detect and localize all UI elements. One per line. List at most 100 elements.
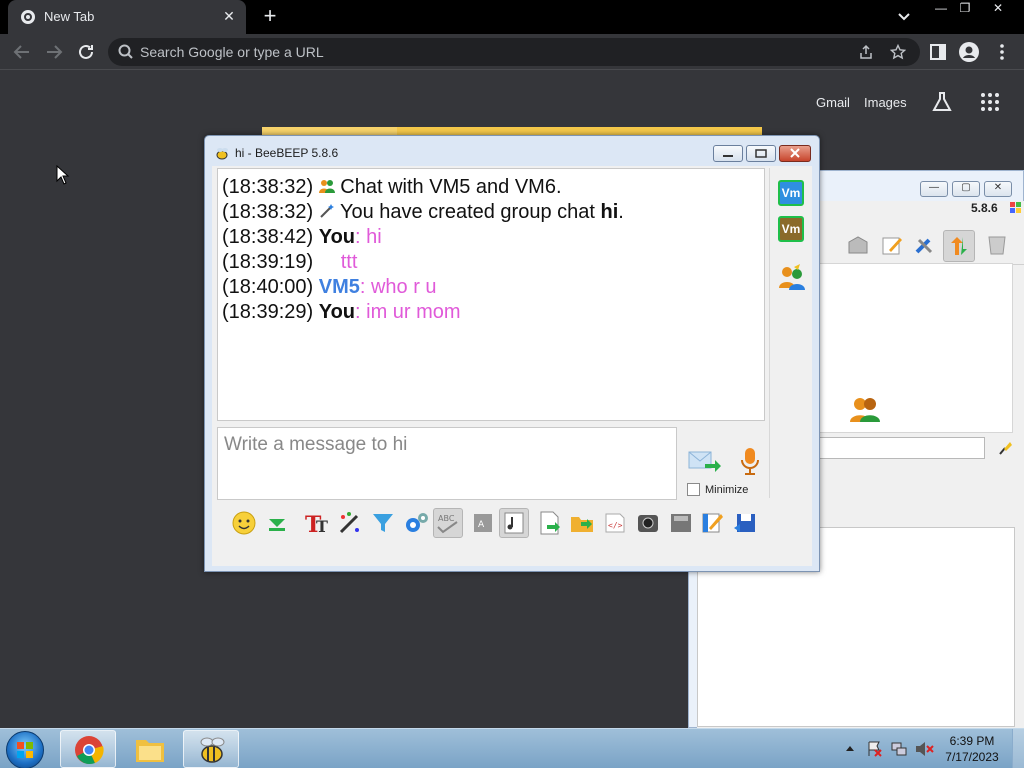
menu-kebab-icon[interactable]: [990, 40, 1014, 64]
emoticon-icon[interactable]: [229, 508, 259, 538]
settings-gears-icon[interactable]: [401, 508, 431, 538]
system-clock[interactable]: 6:39 PM 7/17/2023: [940, 733, 1004, 765]
group-members-icon[interactable]: [778, 264, 806, 290]
share-files-button[interactable]: [943, 230, 975, 262]
mouse-cursor-icon: [56, 165, 70, 185]
spellcheck-button[interactable]: ABC: [433, 508, 463, 538]
gmail-link[interactable]: Gmail: [816, 95, 850, 110]
close-window-button[interactable]: ✕: [983, 0, 1013, 18]
font-icon[interactable]: TT: [302, 508, 332, 538]
screenshot-camera-icon[interactable]: [633, 508, 663, 538]
edit-pencil-icon[interactable]: [881, 234, 903, 256]
svg-text:ABC: ABC: [438, 514, 455, 523]
taskbar-chrome[interactable]: [60, 730, 116, 768]
send-folder-icon[interactable]: [567, 508, 597, 538]
chat-log[interactable]: (18:38:32) Chat with VM5 and VM6. (18:38…: [217, 168, 765, 421]
browser-toolbar: [0, 34, 1024, 70]
taskbar-beebeep[interactable]: [183, 730, 239, 768]
windows-flag-icon: [1010, 202, 1021, 213]
message-text-prefix: You have created group chat: [339, 201, 601, 223]
chevron-down-icon[interactable]: [893, 8, 915, 26]
main-close-button[interactable]: ✕: [984, 181, 1012, 197]
message-time: (18:39:19): [222, 251, 314, 273]
profile-avatar-icon[interactable]: [957, 40, 981, 64]
new-tab-button[interactable]: +: [258, 5, 282, 29]
text-color-icon[interactable]: [335, 508, 365, 538]
action-center-flag-icon[interactable]: [866, 740, 884, 758]
message-time: (18:38:32): [222, 176, 314, 198]
chat-message: (18:38:32) You have created group chat h…: [222, 200, 760, 225]
bookmark-star-icon[interactable]: [890, 44, 906, 60]
reload-icon[interactable]: [74, 40, 98, 64]
chat-close-button[interactable]: [779, 145, 811, 162]
send-file-icon[interactable]: [534, 508, 564, 538]
omnibox[interactable]: [108, 38, 920, 66]
word-complete-icon[interactable]: A: [468, 508, 498, 538]
forward-icon[interactable]: [42, 40, 66, 64]
message-text-suffix: .: [618, 201, 624, 223]
close-icon: [790, 148, 800, 158]
message-text: ttt: [340, 251, 358, 273]
show-desktop-button[interactable]: [1012, 729, 1024, 768]
chat-message: (18:40:00) VM5: who r u: [222, 275, 760, 300]
group-name: hi: [600, 201, 619, 223]
chat-window-titlebar[interactable]: hi - BeeBEEP 5.8.6: [205, 136, 819, 168]
main-minimize-button[interactable]: —: [920, 181, 948, 197]
chat-maximize-button[interactable]: [746, 145, 776, 162]
message-time: (18:39:29): [222, 301, 314, 323]
taskbar-explorer[interactable]: [122, 730, 178, 768]
tools-icon[interactable]: [913, 234, 935, 256]
chat-format-toolbar: TT ABC A </>: [217, 506, 777, 542]
tab-close-icon[interactable]: ✕: [220, 7, 238, 25]
member-avatar-vm5[interactable]: Vm: [778, 180, 804, 206]
chat-message: (18:39:29) You: im ur mom: [222, 300, 760, 325]
member-avatar-vm6[interactable]: Vm: [778, 216, 804, 242]
chat-window[interactable]: hi - BeeBEEP 5.8.6 (18:38:32) Chat with …: [204, 135, 820, 572]
main-maximize-button[interactable]: ▢: [952, 181, 980, 197]
clock-time: 6:39 PM: [949, 734, 995, 748]
bee-icon: [200, 737, 225, 763]
collapse-toolbar-icon[interactable]: [262, 508, 292, 538]
music-note-icon: [504, 512, 524, 534]
side-panel-icon[interactable]: [926, 40, 950, 64]
message-input[interactable]: [218, 428, 676, 499]
minimize-label: Minimize: [705, 484, 749, 496]
show-hidden-icons-icon[interactable]: [845, 744, 855, 752]
html-code-icon[interactable]: </>: [600, 508, 630, 538]
filter-icon[interactable]: [368, 508, 398, 538]
restore-window-button[interactable]: ❐: [950, 0, 980, 18]
start-button[interactable]: [6, 731, 44, 768]
save-disk-icon[interactable]: [730, 508, 760, 538]
mail-icon[interactable]: [847, 234, 869, 256]
images-link[interactable]: Images: [864, 95, 907, 110]
edit-note-icon[interactable]: [697, 508, 727, 538]
back-icon[interactable]: [10, 40, 34, 64]
search-icon: [118, 44, 133, 59]
tab-new-tab[interactable]: New Tab ✕: [8, 0, 246, 34]
magic-wand-icon: [320, 204, 334, 218]
volume-muted-icon[interactable]: [914, 740, 934, 758]
clock-date: 7/17/2023: [945, 750, 999, 764]
svg-text:A: A: [478, 520, 485, 530]
labs-flask-icon[interactable]: [931, 91, 953, 113]
save-chat-icon[interactable]: [666, 508, 696, 538]
chat-minimize-button[interactable]: [713, 145, 743, 162]
send-message-icon[interactable]: [687, 448, 721, 474]
chat-message: (18:39:19) ttt: [222, 250, 760, 275]
bee-icon: [216, 148, 228, 160]
network-icon[interactable]: [890, 740, 908, 758]
minimize-icon: [723, 155, 733, 157]
message-compose-box[interactable]: [217, 427, 677, 500]
trash-icon[interactable]: [985, 232, 1009, 256]
message-time: (18:38:32): [222, 201, 314, 223]
address-input[interactable]: [140, 41, 840, 63]
microphone-icon[interactable]: [740, 446, 760, 476]
minimize-checkbox[interactable]: [687, 483, 700, 496]
tab-title: New Tab: [44, 9, 95, 24]
chat-body: (18:38:32) Chat with VM5 and VM6. (18:38…: [212, 166, 812, 566]
sound-notification-button[interactable]: [499, 508, 529, 538]
group-chat-icon: [318, 180, 335, 193]
share-icon[interactable]: [858, 44, 874, 60]
clear-broom-icon[interactable]: [997, 440, 1013, 456]
apps-grid-icon[interactable]: [980, 92, 1000, 112]
